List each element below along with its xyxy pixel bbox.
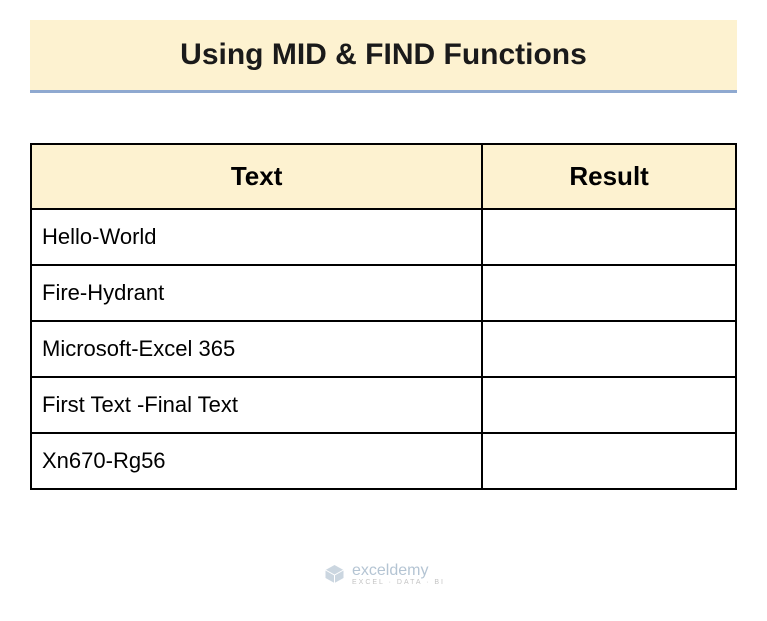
header-text: Text — [31, 144, 482, 209]
cell-result — [482, 209, 736, 265]
cell-text: Xn670-Rg56 — [31, 433, 482, 489]
cell-text: Microsoft-Excel 365 — [31, 321, 482, 377]
brand-icon — [322, 562, 346, 586]
cell-text: Hello-World — [31, 209, 482, 265]
watermark-brand: exceldemy — [352, 563, 445, 579]
cell-result — [482, 377, 736, 433]
table-row: Microsoft-Excel 365 — [31, 321, 736, 377]
header-result: Result — [482, 144, 736, 209]
table-header-row: Text Result — [31, 144, 736, 209]
cell-result — [482, 321, 736, 377]
table-row: First Text -Final Text — [31, 377, 736, 433]
watermark-tagline: EXCEL · DATA · BI — [352, 579, 445, 586]
watermark: exceldemy EXCEL · DATA · BI — [322, 562, 445, 586]
cell-text: First Text -Final Text — [31, 377, 482, 433]
watermark-text-block: exceldemy EXCEL · DATA · BI — [352, 563, 445, 586]
data-table: Text Result Hello-World Fire-Hydrant Mic… — [30, 143, 737, 490]
table-row: Fire-Hydrant — [31, 265, 736, 321]
page-title: Using MID & FIND Functions — [30, 38, 737, 72]
table-row: Hello-World — [31, 209, 736, 265]
cell-text: Fire-Hydrant — [31, 265, 482, 321]
title-banner: Using MID & FIND Functions — [30, 20, 737, 93]
table-row: Xn670-Rg56 — [31, 433, 736, 489]
cell-result — [482, 433, 736, 489]
cell-result — [482, 265, 736, 321]
